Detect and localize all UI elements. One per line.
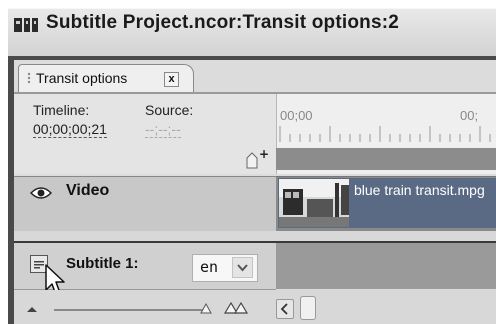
ruler-start-label: 00;00 [280,108,313,123]
track-gap [14,231,496,241]
language-value[interactable]: en [200,258,218,276]
tab-label[interactable]: Transit options [36,70,127,86]
timeline-timecode[interactable]: 00;00;00;21 [33,121,107,138]
clip-thumbnail [279,179,349,227]
subtitle-track-body[interactable] [276,243,496,289]
eye-icon[interactable] [30,186,52,200]
window-title: Subtitle Project.ncor:Transit options:2 [46,12,400,33]
horizontal-scrollbar-thumb[interactable] [300,296,316,320]
clip-label: blue train transit.mpg [354,182,485,198]
chevron-down-icon[interactable] [232,257,253,278]
source-label: Source: [145,102,194,118]
app-icon [14,18,38,32]
subtitle-track-label: Subtitle 1: [66,255,139,272]
scroll-left-icon[interactable] [276,299,294,319]
video-track-label: Video [66,182,110,199]
work-area-bar[interactable] [276,148,496,170]
zoom-bar [14,290,496,324]
zoom-out-icon[interactable] [26,305,38,313]
close-icon[interactable]: x [164,72,179,87]
grip-icon[interactable] [26,72,32,86]
zoom-in-icon[interactable] [224,300,250,314]
add-marker-icon[interactable]: + [244,148,270,170]
svg-text:+: + [259,148,269,161]
ruler-end-label: 00; [460,108,479,123]
zoom-slider-handle[interactable] [200,302,212,314]
video-track-header [14,176,276,232]
timeline-label: Timeline: [33,102,90,118]
source-timecode[interactable]: --;--;-- [145,121,181,138]
zoom-slider-track[interactable] [54,309,204,311]
